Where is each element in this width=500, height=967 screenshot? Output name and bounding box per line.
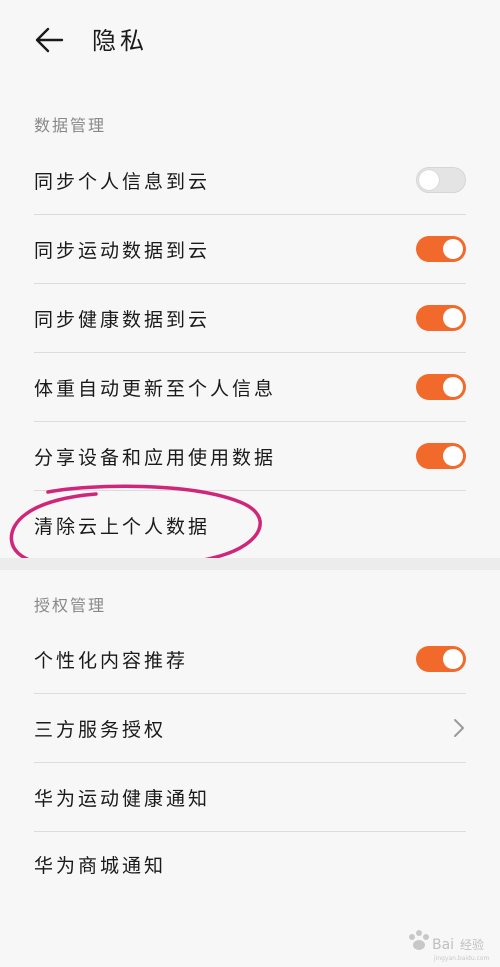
row-label: 体重自动更新至个人信息 (34, 377, 277, 400)
svg-text:经验: 经验 (460, 937, 484, 952)
row-huawei-health-notify[interactable]: 华为运动健康通知 (34, 763, 466, 831)
row-label: 同步运动数据到云 (34, 239, 211, 262)
toggle-knob (443, 649, 463, 669)
share-device-toggle[interactable] (416, 443, 466, 469)
row-label: 华为商城通知 (34, 854, 167, 877)
row-sync-health-data[interactable]: 同步健康数据到云 (34, 284, 466, 352)
row-label: 华为运动健康通知 (34, 787, 211, 810)
toggle-knob (419, 170, 439, 190)
row-huawei-mall-notify[interactable]: 华为商城通知 (34, 830, 466, 898)
row-weight-auto-update[interactable]: 体重自动更新至个人信息 (34, 353, 466, 421)
page-title: 隐私 (92, 27, 148, 55)
row-label: 分享设备和应用使用数据 (34, 446, 277, 469)
section-gap (0, 558, 500, 570)
row-share-device-data[interactable]: 分享设备和应用使用数据 (34, 422, 466, 490)
row-label: 清除云上个人数据 (34, 515, 211, 538)
chevron-right-icon (454, 719, 464, 737)
row-third-party-auth[interactable]: 三方服务授权 (34, 694, 466, 762)
section-label-data-management: 数据管理 (34, 116, 107, 135)
baidu-watermark-logo: Bai 经验 jingyan.baidu.com (409, 930, 490, 962)
personalized-toggle[interactable] (416, 646, 466, 672)
row-sync-personal-info[interactable]: 同步个人信息到云 (34, 146, 466, 214)
weight-auto-toggle[interactable] (416, 374, 466, 400)
row-label: 同步健康数据到云 (34, 308, 211, 331)
sync-personal-toggle[interactable] (416, 167, 466, 193)
svg-text:jingyan.baidu.com: jingyan.baidu.com (433, 955, 490, 962)
section-label-authorization: 授权管理 (34, 596, 107, 615)
svg-text:Bai: Bai (432, 937, 454, 953)
row-label: 同步个人信息到云 (34, 170, 211, 193)
toggle-knob (443, 308, 463, 328)
row-sync-sport-data[interactable]: 同步运动数据到云 (34, 215, 466, 283)
row-personalized-content[interactable]: 个性化内容推荐 (34, 625, 466, 693)
row-label: 三方服务授权 (34, 718, 167, 741)
sync-health-toggle[interactable] (416, 305, 466, 331)
app-header: 隐私 (0, 0, 500, 86)
toggle-knob (443, 446, 463, 466)
arrow-left-icon[interactable] (34, 24, 66, 56)
row-clear-cloud-data[interactable]: 清除云上个人数据 (34, 491, 466, 559)
toggle-knob (443, 377, 463, 397)
sync-sport-toggle[interactable] (416, 236, 466, 262)
toggle-knob (443, 239, 463, 259)
row-label: 个性化内容推荐 (34, 649, 189, 672)
